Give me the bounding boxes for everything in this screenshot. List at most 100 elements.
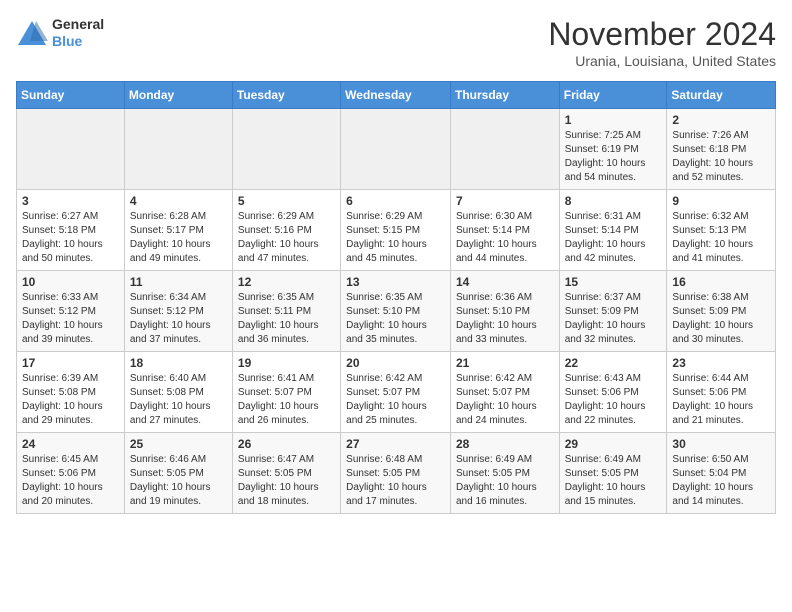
day-cell-10: 10Sunrise: 6:33 AMSunset: 5:12 PMDayligh… [17, 271, 125, 352]
day-number: 3 [22, 194, 119, 208]
weekday-header-wednesday: Wednesday [341, 82, 451, 109]
day-cell-21: 21 Sunrise: 6:42 AMSunset: 5:07 PMDayligh… [450, 352, 559, 433]
day-cell-11: 11Sunrise: 6:34 AMSunset: 5:12 PMDayligh… [124, 271, 232, 352]
day-info: Sunrise: 7:26 AMSunset: 6:18 PMDaylight:… [672, 129, 770, 185]
day-number: 14 [456, 275, 554, 289]
day-info: Sunrise: 6:36 AMSunset: 5:10 PMDaylight:… [456, 291, 554, 347]
day-info: Sunrise: 6:40 AMSunset: 5:08 PMDaylight:… [130, 372, 227, 428]
weekday-header-thursday: Thursday [450, 82, 559, 109]
calendar-table: SundayMondayTuesdayWednesdayThursdayFrid… [16, 81, 776, 514]
day-info: Sunrise: 6:30 AMSunset: 5:14 PMDaylight:… [456, 210, 554, 266]
day-info: Sunrise: 6:29 AMSunset: 5:16 PMDaylight:… [238, 210, 335, 266]
day-info: Sunrise: 6:49 AMSunset: 5:05 PMDaylight:… [565, 453, 662, 509]
day-cell-25: 25 Sunrise: 6:46 AMSunset: 5:05 PMDayligh… [124, 433, 232, 514]
day-cell-8: 8 Sunrise: 6:31 AMSunset: 5:14 PMDaylight… [559, 190, 667, 271]
day-cell-9: 9Sunrise: 6:32 AMSunset: 5:13 PMDaylight… [667, 190, 776, 271]
day-cell-17: 17 Sunrise: 6:39 AMSunset: 5:08 PMDayligh… [17, 352, 125, 433]
day-cell-30: 30Sunrise: 6:50 AMSunset: 5:04 PMDayligh… [667, 433, 776, 514]
day-number: 19 [238, 356, 335, 370]
day-number: 18 [130, 356, 227, 370]
day-cell-16: 16Sunrise: 6:38 AMSunset: 5:09 PMDayligh… [667, 271, 776, 352]
day-cell-13: 13 Sunrise: 6:35 AMSunset: 5:10 PMDayligh… [341, 271, 451, 352]
day-info: Sunrise: 7:25 AMSunset: 6:19 PMDaylight:… [565, 129, 662, 185]
day-cell-28: 28Sunrise: 6:49 AMSunset: 5:05 PMDayligh… [450, 433, 559, 514]
empty-cell [17, 109, 125, 190]
empty-cell [232, 109, 340, 190]
day-cell-18: 18 Sunrise: 6:40 AMSunset: 5:08 PMDayligh… [124, 352, 232, 433]
day-cell-4: 4 Sunrise: 6:28 AMSunset: 5:17 PMDaylight… [124, 190, 232, 271]
logo: General Blue [16, 16, 104, 50]
logo-general-text: General [52, 16, 104, 33]
weekday-header-tuesday: Tuesday [232, 82, 340, 109]
weekday-header-row: SundayMondayTuesdayWednesdayThursdayFrid… [17, 82, 776, 109]
day-cell-15: 15Sunrise: 6:37 AMSunset: 5:09 PMDayligh… [559, 271, 667, 352]
day-number: 20 [346, 356, 445, 370]
day-number: 27 [346, 437, 445, 451]
day-number: 8 [565, 194, 662, 208]
day-info: Sunrise: 6:47 AMSunset: 5:05 PMDaylight:… [238, 453, 335, 509]
day-number: 23 [672, 356, 770, 370]
week-row-3: 10Sunrise: 6:33 AMSunset: 5:12 PMDayligh… [17, 271, 776, 352]
day-cell-19: 19 Sunrise: 6:41 AMSunset: 5:07 PMDayligh… [232, 352, 340, 433]
day-info: Sunrise: 6:34 AMSunset: 5:12 PMDaylight:… [130, 291, 227, 347]
day-number: 5 [238, 194, 335, 208]
day-info: Sunrise: 6:31 AMSunset: 5:14 PMDaylight:… [565, 210, 662, 266]
day-number: 15 [565, 275, 662, 289]
day-info: Sunrise: 6:28 AMSunset: 5:17 PMDaylight:… [130, 210, 227, 266]
day-cell-7: 7 Sunrise: 6:30 AMSunset: 5:14 PMDaylight… [450, 190, 559, 271]
weekday-header-monday: Monday [124, 82, 232, 109]
weekday-header-saturday: Saturday [667, 82, 776, 109]
logo-icon [16, 19, 48, 47]
day-number: 24 [22, 437, 119, 451]
day-info: Sunrise: 6:46 AMSunset: 5:05 PMDaylight:… [130, 453, 227, 509]
day-cell-3: 3 Sunrise: 6:27 AMSunset: 5:18 PMDaylight… [17, 190, 125, 271]
day-cell-23: 23Sunrise: 6:44 AMSunset: 5:06 PMDayligh… [667, 352, 776, 433]
day-number: 6 [346, 194, 445, 208]
day-cell-14: 14 Sunrise: 6:36 AMSunset: 5:10 PMDayligh… [450, 271, 559, 352]
day-number: 2 [672, 113, 770, 127]
day-info: Sunrise: 6:45 AMSunset: 5:06 PMDaylight:… [22, 453, 119, 509]
day-number: 22 [565, 356, 662, 370]
day-info: Sunrise: 6:27 AMSunset: 5:18 PMDaylight:… [22, 210, 119, 266]
day-info: Sunrise: 6:42 AMSunset: 5:07 PMDaylight:… [346, 372, 445, 428]
day-info: Sunrise: 6:33 AMSunset: 5:12 PMDaylight:… [22, 291, 119, 347]
day-info: Sunrise: 6:41 AMSunset: 5:07 PMDaylight:… [238, 372, 335, 428]
day-number: 21 [456, 356, 554, 370]
title-block: November 2024 Urania, Louisiana, United … [548, 16, 776, 69]
day-number: 13 [346, 275, 445, 289]
day-info: Sunrise: 6:29 AMSunset: 5:15 PMDaylight:… [346, 210, 445, 266]
month-title: November 2024 [548, 16, 776, 53]
day-cell-20: 20 Sunrise: 6:42 AMSunset: 5:07 PMDayligh… [341, 352, 451, 433]
day-info: Sunrise: 6:35 AMSunset: 5:10 PMDaylight:… [346, 291, 445, 347]
day-number: 1 [565, 113, 662, 127]
week-row-1: 1 Sunrise: 7:25 AMSunset: 6:19 PMDaylight… [17, 109, 776, 190]
day-number: 4 [130, 194, 227, 208]
location-subtitle: Urania, Louisiana, United States [548, 53, 776, 69]
day-info: Sunrise: 6:43 AMSunset: 5:06 PMDaylight:… [565, 372, 662, 428]
day-cell-1: 1 Sunrise: 7:25 AMSunset: 6:19 PMDaylight… [559, 109, 667, 190]
empty-cell [124, 109, 232, 190]
day-number: 7 [456, 194, 554, 208]
page-header: General Blue November 2024 Urania, Louis… [16, 16, 776, 69]
logo-blue-text: Blue [52, 33, 104, 50]
weekday-header-sunday: Sunday [17, 82, 125, 109]
day-info: Sunrise: 6:39 AMSunset: 5:08 PMDaylight:… [22, 372, 119, 428]
day-number: 12 [238, 275, 335, 289]
day-cell-2: 2 Sunrise: 7:26 AMSunset: 6:18 PMDaylight… [667, 109, 776, 190]
week-row-2: 3 Sunrise: 6:27 AMSunset: 5:18 PMDaylight… [17, 190, 776, 271]
day-info: Sunrise: 6:49 AMSunset: 5:05 PMDaylight:… [456, 453, 554, 509]
day-cell-22: 22 Sunrise: 6:43 AMSunset: 5:06 PMDayligh… [559, 352, 667, 433]
day-info: Sunrise: 6:32 AMSunset: 5:13 PMDaylight:… [672, 210, 770, 266]
day-cell-24: 24 Sunrise: 6:45 AMSunset: 5:06 PMDayligh… [17, 433, 125, 514]
week-row-4: 17 Sunrise: 6:39 AMSunset: 5:08 PMDayligh… [17, 352, 776, 433]
day-info: Sunrise: 6:42 AMSunset: 5:07 PMDaylight:… [456, 372, 554, 428]
week-row-5: 24 Sunrise: 6:45 AMSunset: 5:06 PMDayligh… [17, 433, 776, 514]
day-cell-5: 5 Sunrise: 6:29 AMSunset: 5:16 PMDaylight… [232, 190, 340, 271]
day-info: Sunrise: 6:35 AMSunset: 5:11 PMDaylight:… [238, 291, 335, 347]
day-info: Sunrise: 6:50 AMSunset: 5:04 PMDaylight:… [672, 453, 770, 509]
day-info: Sunrise: 6:38 AMSunset: 5:09 PMDaylight:… [672, 291, 770, 347]
weekday-header-friday: Friday [559, 82, 667, 109]
day-cell-27: 27Sunrise: 6:48 AMSunset: 5:05 PMDayligh… [341, 433, 451, 514]
day-number: 17 [22, 356, 119, 370]
day-number: 25 [130, 437, 227, 451]
